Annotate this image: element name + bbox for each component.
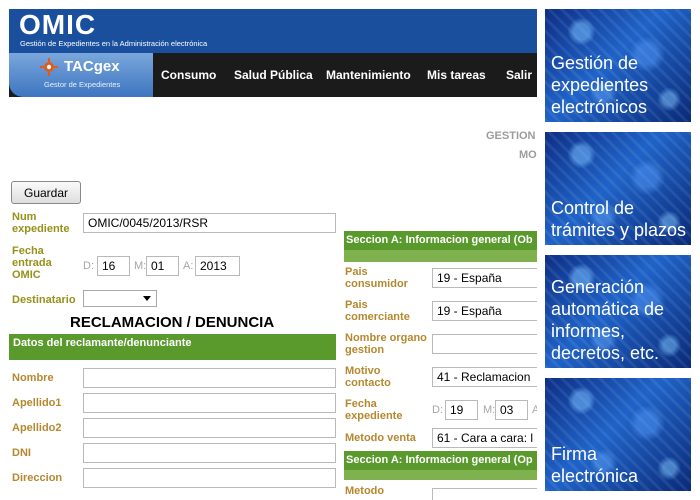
nav-salir[interactable]: Salir (506, 68, 532, 82)
exp-month-prefix: M: (483, 404, 496, 416)
pais-consumidor-label: Pais consumidor (345, 266, 408, 290)
exp-day-field[interactable]: 19 (445, 400, 478, 420)
apellido2-label: Apellido2 (12, 422, 62, 434)
nav-salud-publica[interactable]: Salud Pública (234, 68, 313, 82)
app-window: OMIC Gestión de Expedientes en la Admini… (0, 0, 537, 500)
save-button[interactable]: Guardar (11, 181, 81, 204)
direccion-field[interactable] (83, 468, 336, 488)
fecha-day-field[interactable]: 16 (97, 256, 130, 276)
app-title: OMIC (19, 9, 97, 40)
metodo-field[interactable] (432, 488, 537, 500)
chevron-down-icon (143, 296, 151, 301)
apellido2-field[interactable] (83, 418, 336, 438)
pais-consumidor-select[interactable]: 19 - España (432, 268, 537, 288)
organo-gestion-label: Nombre organo gestion (345, 332, 427, 356)
metodo-venta-label: Metodo venta (345, 432, 416, 444)
brand-tagline: Gestor de Expedientes (44, 80, 121, 89)
nombre-field[interactable] (83, 368, 336, 388)
year-prefix: A: (183, 260, 194, 272)
num-expediente-field[interactable]: OMIC/0045/2013/RSR (83, 213, 336, 233)
fecha-month-field[interactable]: 01 (146, 256, 179, 276)
metodo-label: Metodo (345, 485, 385, 497)
organo-gestion-field[interactable] (432, 334, 537, 354)
motivo-contacto-select[interactable]: 41 - Reclamacion (432, 367, 537, 387)
form-title: RECLAMACION / DENUNCIA (70, 314, 275, 331)
dni-label: DNI (12, 447, 31, 459)
nav-mantenimiento[interactable]: Mantenimiento (326, 68, 411, 82)
feature-panel-tramites: Control de trámites y plazos (545, 132, 691, 245)
tacgex-logo-icon (40, 58, 58, 76)
fecha-entrada-label: Fecha entrada OMIC (12, 245, 52, 281)
reclamante-section-header: Datos del reclamante/denunciante (9, 334, 336, 360)
destinatario-label: Destinatario (12, 294, 76, 306)
exp-year-prefix: A (532, 404, 537, 416)
gestion-heading: GESTION (486, 130, 536, 142)
pais-comerciante-label: Pais comerciante (345, 299, 410, 323)
exp-month-field[interactable]: 03 (495, 400, 528, 420)
day-prefix: D: (83, 260, 94, 272)
feature-text: Generación automática de informes, decre… (551, 277, 665, 363)
section-a-optional-header: Seccion A: Informacion general (Op (344, 451, 537, 470)
fecha-expediente-label: Fecha expediente (345, 398, 403, 422)
feature-text: Gestión de expedientes electrónicos (551, 53, 649, 117)
nombre-label: Nombre (12, 372, 54, 384)
section-a-subbar (344, 250, 537, 262)
exp-day-prefix: D: (432, 404, 443, 416)
section-a-optional-subbar (344, 470, 537, 480)
feature-text: Control de trámites y plazos (551, 198, 687, 240)
fecha-year-field[interactable]: 2013 (195, 256, 240, 276)
feature-panel-informes: Generación automática de informes, decre… (545, 255, 691, 368)
app-subtitle: Gestión de Expedientes en la Administrac… (20, 39, 208, 48)
feature-panel-expedientes: Gestión de expedientes electrónicos (545, 9, 691, 122)
apellido1-field[interactable] (83, 393, 336, 413)
pais-comerciante-select[interactable]: 19 - España (432, 301, 537, 321)
destinatario-select[interactable] (83, 290, 157, 307)
brand-name: TACgex (64, 58, 120, 75)
app-header: OMIC Gestión de Expedientes en la Admini… (9, 9, 537, 53)
brand-logo[interactable]: TACgex Gestor de Expedientes (9, 53, 153, 97)
nav-consumo[interactable]: Consumo (161, 68, 216, 82)
motivo-contacto-label: Motivo contacto (345, 365, 391, 389)
mo-heading: MO (519, 149, 537, 161)
apellido1-label: Apellido1 (12, 397, 62, 409)
nav-bar: TACgex Gestor de Expedientes Consumo Sal… (9, 53, 537, 97)
direccion-label: Direccion (12, 472, 63, 484)
dni-field[interactable] (83, 443, 336, 463)
feature-text: Firma electrónica (551, 444, 639, 486)
nav-mis-tareas[interactable]: Mis tareas (427, 68, 486, 82)
metodo-venta-select[interactable]: 61 - Cara a cara: l (432, 428, 537, 448)
feature-panel-firma: Firma electrónica (545, 378, 691, 491)
section-a-header: Seccion A: Informacion general (Ob (344, 231, 537, 250)
num-expediente-label: Num expediente (12, 211, 70, 235)
month-prefix: M: (134, 260, 147, 272)
